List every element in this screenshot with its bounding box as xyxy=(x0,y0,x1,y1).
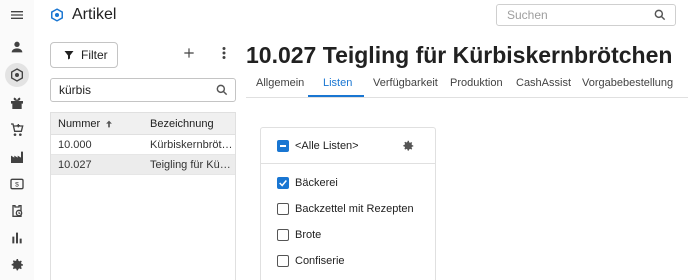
list-search xyxy=(50,78,236,102)
list-checkbox-backzettel[interactable] xyxy=(277,203,289,215)
table-header: Nummer Bezeichnung xyxy=(51,113,235,135)
person-icon[interactable] xyxy=(8,38,26,56)
lists-card-header: <Alle Listen> xyxy=(261,128,435,164)
tab-verfuegbarkeit[interactable]: Verfügbarkeit xyxy=(373,77,438,89)
clipboard-clock-icon[interactable] xyxy=(8,202,26,220)
article-icon[interactable] xyxy=(5,63,29,87)
top-bar: Artikel xyxy=(34,0,688,32)
tab-listen[interactable]: Listen xyxy=(323,77,352,89)
column-header-number-label: Nummer xyxy=(58,118,101,130)
menu-icon[interactable] xyxy=(8,6,26,24)
cash-icon[interactable]: $ xyxy=(8,175,26,193)
bar-chart-icon[interactable] xyxy=(8,229,26,247)
settings-icon[interactable] xyxy=(401,139,415,153)
column-header-number[interactable]: Nummer xyxy=(58,118,114,130)
row-description: Kürbiskernbrötchen xyxy=(150,139,234,151)
column-header-description[interactable]: Bezeichnung xyxy=(150,118,214,130)
tab-allgemein[interactable]: Allgemein xyxy=(256,77,304,89)
page-title: 10.027 Teigling für Kürbiskernbrötchen xyxy=(246,42,673,68)
filter-icon xyxy=(64,51,74,60)
app-title: Artikel xyxy=(72,6,117,23)
global-search xyxy=(496,4,676,26)
article-table: Nummer Bezeichnung 10.000 Kürbiskernbröt… xyxy=(50,112,236,280)
row-number: 10.000 xyxy=(58,139,92,151)
tab-produktion[interactable]: Produktion xyxy=(450,77,503,89)
list-label: Bäckerei xyxy=(295,177,338,189)
tab-vorgabebestellung[interactable]: Vorgabebestellung xyxy=(582,77,673,89)
search-icon[interactable] xyxy=(215,83,229,97)
tab-divider xyxy=(246,97,688,98)
svg-text:$: $ xyxy=(15,182,19,189)
list-checkbox-brote[interactable] xyxy=(277,229,289,241)
more-vertical-icon[interactable] xyxy=(218,46,230,60)
row-number: 10.027 xyxy=(58,159,92,171)
gift-icon[interactable] xyxy=(8,94,26,112)
table-row-selected[interactable]: 10.027 Teigling für Kürbiskernbrötchen xyxy=(51,155,235,175)
global-search-input[interactable] xyxy=(497,5,647,25)
factory-icon[interactable] xyxy=(8,148,26,166)
all-lists-checkbox[interactable] xyxy=(277,140,289,152)
nav-rail: $ xyxy=(0,0,34,280)
list-checkbox-baeckerei[interactable] xyxy=(277,177,289,189)
list-checkbox-confiserie[interactable] xyxy=(277,255,289,267)
lists-card: <Alle Listen> Bäckerei Backzettel mit Re… xyxy=(260,127,436,280)
add-icon[interactable] xyxy=(182,46,196,60)
check-icon xyxy=(279,180,287,187)
sort-ascending-icon xyxy=(106,120,113,128)
filter-button-label: Filter xyxy=(81,48,108,62)
settings-icon[interactable] xyxy=(8,256,26,274)
tab-cashassist[interactable]: CashAssist xyxy=(516,77,571,89)
cart-icon[interactable] xyxy=(8,121,26,139)
search-icon[interactable] xyxy=(653,8,667,22)
list-label: Backzettel mit Rezepten xyxy=(295,203,414,215)
all-lists-label: <Alle Listen> xyxy=(295,140,359,152)
row-description: Teigling für Kürbiskernbrötchen xyxy=(150,159,234,171)
list-label: Confiserie xyxy=(295,255,345,267)
list-label: Brote xyxy=(295,229,322,241)
table-row[interactable]: 10.000 Kürbiskernbrötchen xyxy=(51,135,235,155)
list-search-input[interactable] xyxy=(51,79,211,101)
active-tab-indicator xyxy=(308,95,364,97)
article-logo-icon xyxy=(50,8,64,22)
filter-button[interactable]: Filter xyxy=(50,42,118,68)
